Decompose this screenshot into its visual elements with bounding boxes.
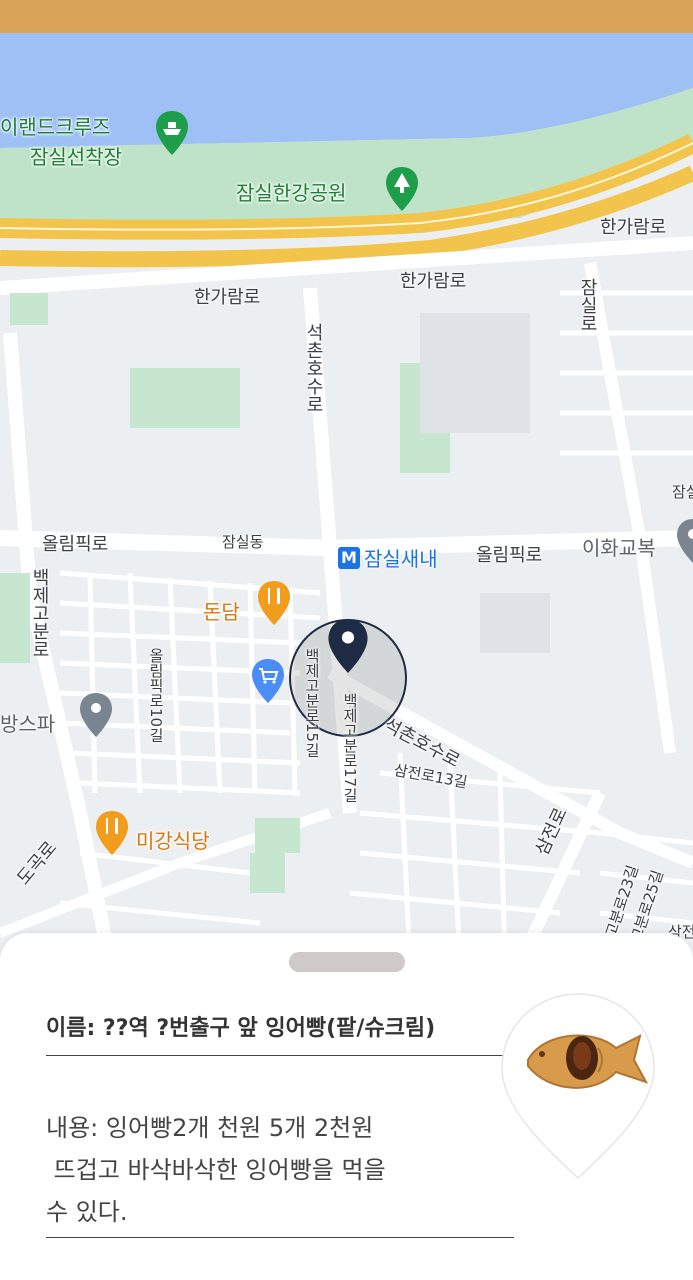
store-content-text: 내용: 잉어빵2개 천원 5개 2천원 뜨겁고 바삭바삭한 잉어빵을 먹을 수 … [46,1107,514,1238]
restaurant-pin-icon[interactable] [94,809,130,857]
map-label-baekje: 백제고분로 [29,568,50,658]
store-name-row: 이름: ??역 ?번출구 앞 잉어빵(팥/슈크림) [46,1015,516,1056]
map-label-hangaram-2: 한가람로 [400,271,467,292]
map-label-baekje-15: 백제고분로15길 [303,648,321,758]
map-label-cruise[interactable]: 이랜드크루즈 [0,111,110,140]
map-label-hangaram-1: 한가람로 [194,287,261,308]
metro-station-marker[interactable]: M 잠실새내 [338,543,438,572]
map-label-park[interactable]: 잠실한강공원 [236,177,346,206]
map-label-dock[interactable]: 잠실선착장 [30,141,122,170]
map-label-dondam[interactable]: 돈담 [203,596,240,625]
map-label-jamsil-ro: 잠실로 [577,278,598,332]
ferry-pin-icon[interactable] [154,109,190,157]
map-label-hangaram-3: 한가람로 [600,217,667,238]
map-label-spa[interactable]: 방스파 [0,708,55,737]
map-label-station: 잠실새내 [364,547,438,571]
top-status-bar [0,0,693,33]
map-label-baekje-17: 백제고분로17길 [341,693,359,803]
map-label-migang[interactable]: 미강식당 [136,825,210,854]
sheet-drag-handle[interactable] [289,952,405,972]
map-label-olympic-1: 올림픽로 [42,534,109,555]
bottom-sheet[interactable]: 이름: ??역 ?번출구 앞 잉어빵(팥/슈크림) 내용: 잉어빵2개 천원 5… [0,933,693,1280]
location-pin-icon[interactable] [675,517,693,565]
shopping-cart-pin-icon[interactable] [250,657,286,705]
map-label-olympic-2: 올림픽로 [476,545,543,566]
park-tree-pin-icon[interactable] [384,165,420,213]
map-label-ihwa[interactable]: 이화교복 [582,532,656,561]
bungeoppang-marker-icon[interactable] [498,990,658,1180]
map-label-seokchon-1: 석촌호수로 [303,323,324,413]
map-label-olympic-10: 올림픽로10길 [147,648,165,743]
metro-station-icon: M [338,546,360,569]
map-label-jamsil-dong: 잠실동 [222,533,264,551]
map-label-jamsil-right: 잠실 [672,483,693,501]
location-pin-icon[interactable] [78,691,114,739]
current-location-pin-icon[interactable] [326,616,370,676]
restaurant-pin-icon[interactable] [256,579,292,627]
store-name-text: 이름: ??역 ?번출구 앞 잉어빵(팥/슈크림) [46,1016,436,1041]
map-view[interactable]: 이랜드크루즈 잠실선착장 잠실한강공원 한가람로 한가람로 한가람로 잠실로 석… [0,33,693,963]
